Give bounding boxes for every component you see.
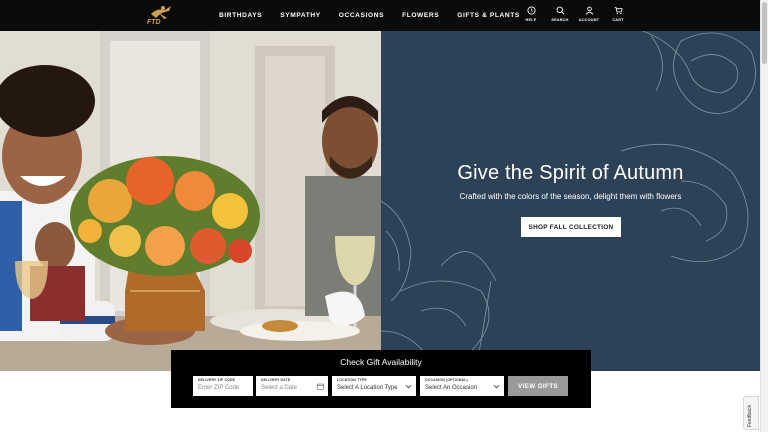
hero-text-panel: Give the Spirit of Autumn Crafted with t… (381, 31, 760, 371)
page: FTD BIRTHDAYS SYMPATHY OCCASIONS FLOWERS… (0, 0, 768, 432)
logo-text: FTD (147, 19, 161, 26)
search-label: SEARCH (551, 18, 569, 22)
feedback-tab[interactable]: Feedback (743, 396, 759, 430)
calendar-icon (317, 383, 324, 390)
zip-code-field[interactable]: DELIVERY ZIP CODE Enter ZIP Code (193, 376, 253, 396)
site-header: FTD BIRTHDAYS SYMPATHY OCCASIONS FLOWERS… (0, 0, 760, 31)
gift-availability-panel: Check Gift Availability DELIVERY ZIP COD… (171, 350, 591, 408)
nav-sympathy[interactable]: SYMPATHY (280, 12, 320, 19)
gift-availability-title: Check Gift Availability (340, 357, 422, 367)
main-nav: BIRTHDAYS SYMPATHY OCCASIONS FLOWERS GIF… (219, 0, 520, 31)
hero-banner: Give the Spirit of Autumn Crafted with t… (0, 31, 760, 371)
delivery-date-field[interactable]: DELIVERY DATE Select a Date (256, 376, 328, 396)
utility-nav: HELP SEARCH ACCOUNT CART (520, 6, 629, 22)
nav-gifts-plants[interactable]: GIFTS & PLANTS (457, 12, 520, 19)
search-icon (556, 6, 564, 15)
delivery-date-placeholder: Select a Date (261, 385, 298, 391)
cart-button[interactable]: CART (607, 6, 629, 22)
chevron-down-icon (493, 384, 500, 389)
occasion-caption: OCCASION (OPTIONAL) (425, 378, 468, 382)
account-button[interactable]: ACCOUNT (578, 6, 600, 22)
nav-flowers[interactable]: FLOWERS (402, 12, 439, 19)
view-gifts-button[interactable]: VIEW GIFTS (508, 376, 568, 396)
delivery-date-caption: DELIVERY DATE (261, 378, 291, 382)
search-button[interactable]: SEARCH (549, 6, 571, 22)
hero-subheadline: Crafted with the colors of the season, d… (459, 192, 682, 201)
floral-line-art-icon (381, 31, 756, 371)
chevron-down-icon (405, 384, 412, 389)
page-scrollbar[interactable] (760, 0, 768, 432)
occasion-value: Select An Occasion (425, 385, 478, 391)
occasion-select[interactable]: OCCASION (OPTIONAL) Select An Occasion (420, 376, 504, 396)
ftd-logo[interactable]: FTD (147, 4, 175, 26)
cart-label: CART (612, 18, 624, 22)
help-label: HELP (525, 18, 537, 22)
scrollbar-thumb[interactable] (762, 2, 767, 64)
location-type-select[interactable]: LOCATION TYPE Select A Location Type (332, 376, 416, 396)
cart-icon (614, 6, 623, 15)
help-circle-icon (526, 6, 536, 15)
zip-code-placeholder: Enter ZIP Code (198, 385, 240, 391)
feedback-label: Feedback (747, 405, 753, 427)
help-button[interactable]: HELP (520, 6, 542, 22)
nav-occasions[interactable]: OCCASIONS (339, 12, 384, 19)
nav-birthdays[interactable]: BIRTHDAYS (219, 12, 262, 19)
hero-family-flowers-image (0, 31, 381, 371)
account-label: ACCOUNT (578, 18, 600, 22)
location-type-value: Select A Location Type (337, 385, 398, 391)
zip-code-caption: DELIVERY ZIP CODE (198, 378, 236, 382)
user-icon (585, 6, 593, 15)
location-type-caption: LOCATION TYPE (337, 378, 367, 382)
shop-fall-collection-button[interactable]: SHOP FALL COLLECTION (521, 217, 621, 237)
hero-headline: Give the Spirit of Autumn (457, 162, 684, 184)
